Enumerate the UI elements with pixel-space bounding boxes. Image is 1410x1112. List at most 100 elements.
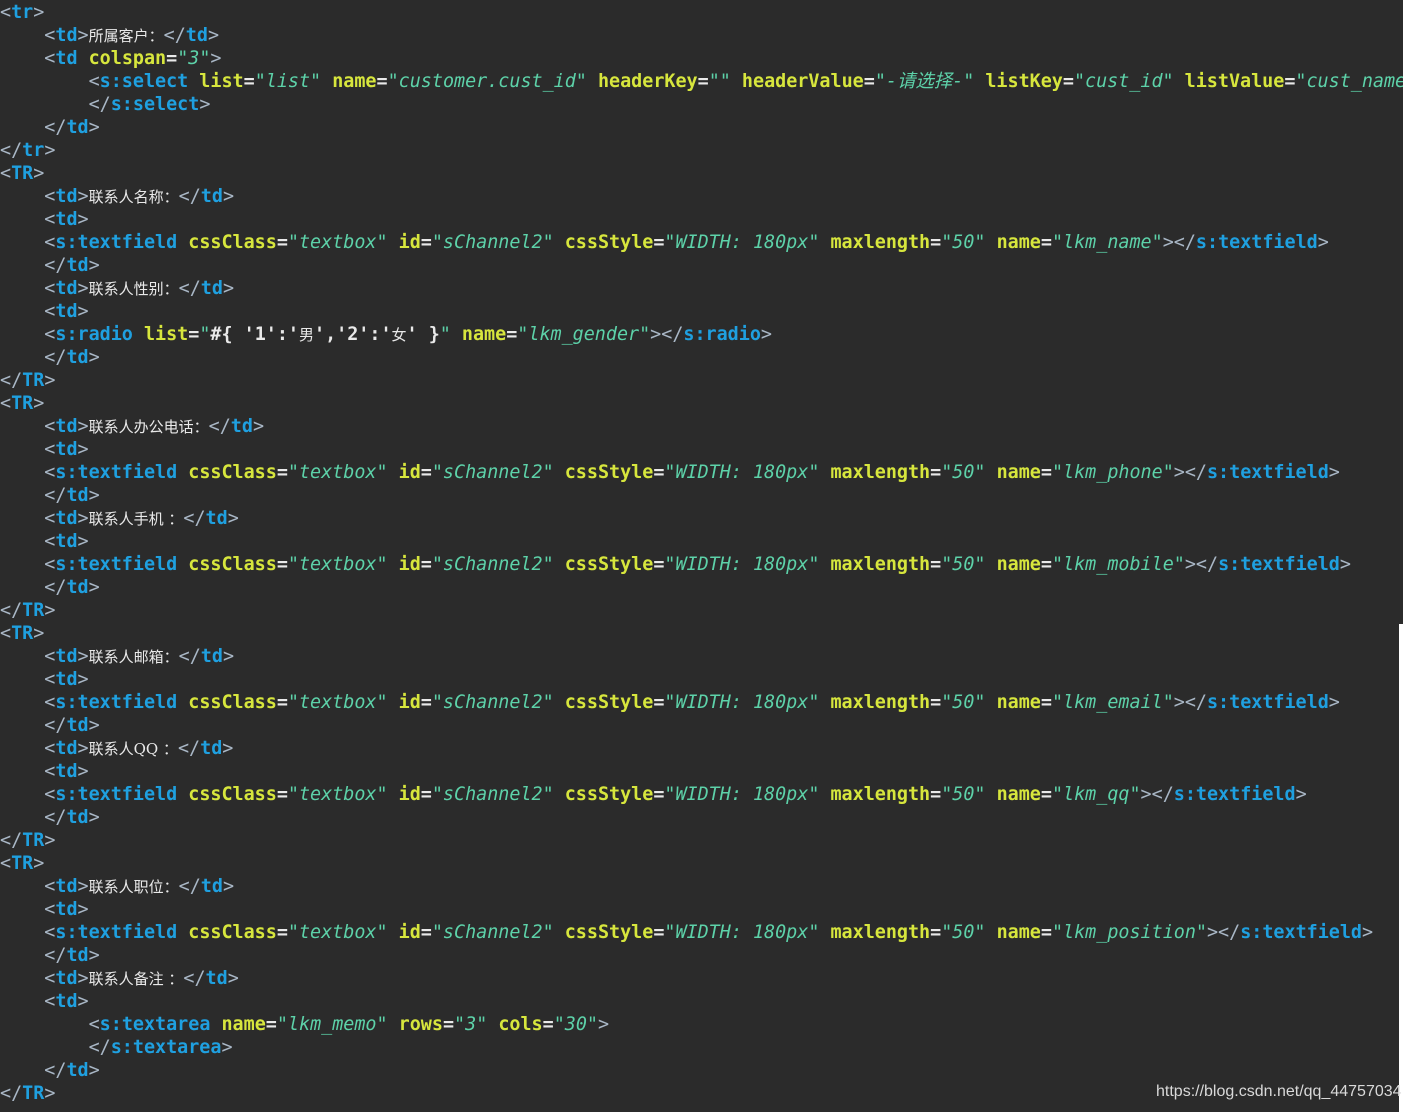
- token-bracket: >: [1328, 692, 1340, 713]
- token-attr-value: ": [439, 324, 451, 345]
- code-line[interactable]: </td>: [0, 806, 1403, 829]
- code-line[interactable]: <TR>: [0, 622, 1403, 645]
- code-line[interactable]: </td>: [0, 944, 1403, 967]
- token-attr-value: "lkm_position": [1051, 922, 1207, 943]
- code-line[interactable]: <td>: [0, 438, 1403, 461]
- code-line[interactable]: <td>: [0, 530, 1403, 553]
- code-content[interactable]: <tr> <td>所属客户：</td> <td colspan="3"> <s:…: [0, 1, 1403, 1105]
- code-line[interactable]: <td>: [0, 990, 1403, 1013]
- code-line[interactable]: <s:textarea name="lkm_memo" rows="3" col…: [0, 1013, 1403, 1036]
- code-line[interactable]: <td>: [0, 208, 1403, 231]
- code-line[interactable]: <td>联系人名称：</td>: [0, 185, 1403, 208]
- token-attr-name: id: [387, 922, 421, 943]
- token-bracket: >: [33, 853, 45, 874]
- code-line[interactable]: </td>: [0, 254, 1403, 277]
- token-bracket: >: [77, 25, 89, 46]
- code-line[interactable]: <td>联系人QQ ：</td>: [0, 737, 1403, 760]
- code-line[interactable]: </td>: [0, 714, 1403, 737]
- code-line[interactable]: </td>: [0, 346, 1403, 369]
- token-attr-value: "textbox": [287, 922, 388, 943]
- code-line[interactable]: <TR>: [0, 392, 1403, 415]
- code-line[interactable]: </TR>: [0, 829, 1403, 852]
- token-bracket: <: [44, 416, 56, 437]
- token-tag-name: TR: [22, 1083, 45, 1104]
- token-attr-value: "WIDTH: 180px": [664, 554, 820, 575]
- token-tag-name: TR: [11, 853, 34, 874]
- token-bracket: <: [33, 876, 56, 897]
- token-operator: =: [243, 71, 255, 92]
- token-tag-name: tr: [22, 140, 45, 161]
- token-operator: =: [930, 692, 942, 713]
- token-bracket: ></: [1184, 554, 1219, 575]
- token-operator: =: [276, 784, 288, 805]
- token-text: 联系人性别：: [88, 280, 179, 298]
- code-line[interactable]: <TR>: [0, 162, 1403, 185]
- token-operator: =: [1040, 922, 1052, 943]
- token-bracket: >: [77, 991, 89, 1012]
- code-line[interactable]: <td>所属客户：</td>: [0, 24, 1403, 47]
- code-line[interactable]: <s:textfield cssClass="textbox" id="sCha…: [0, 553, 1403, 576]
- code-line[interactable]: </TR>: [0, 369, 1403, 392]
- code-line[interactable]: <tr>: [0, 1, 1403, 24]
- code-line[interactable]: <s:radio list="#{ '1':'男','2':'女' }" nam…: [0, 323, 1403, 346]
- code-line[interactable]: </s:textarea>: [0, 1036, 1403, 1059]
- token-bracket: >: [77, 968, 89, 989]
- token-tag-name: s:textfield: [55, 922, 178, 943]
- code-line[interactable]: <td>: [0, 300, 1403, 323]
- code-line[interactable]: </td>: [0, 1059, 1403, 1082]
- code-line[interactable]: <s:textfield cssClass="textbox" id="sCha…: [0, 461, 1403, 484]
- code-line[interactable]: </td>: [0, 116, 1403, 139]
- token-bracket: >: [207, 25, 220, 46]
- token-tag-name: s:radio: [683, 324, 761, 345]
- code-line[interactable]: </td>: [0, 484, 1403, 507]
- token-bracket: >: [33, 163, 45, 184]
- token-bracket: >: [1295, 784, 1307, 805]
- code-line[interactable]: </TR>: [0, 599, 1403, 622]
- code-line[interactable]: <td>: [0, 668, 1403, 691]
- code-line[interactable]: <td>联系人办公电话：</td>: [0, 415, 1403, 438]
- code-line[interactable]: <td>联系人性别：</td>: [0, 277, 1403, 300]
- code-line[interactable]: </tr>: [0, 139, 1403, 162]
- code-line[interactable]: </td>: [0, 576, 1403, 599]
- code-line[interactable]: <s:textfield cssClass="textbox" id="sCha…: [0, 921, 1403, 944]
- code-line[interactable]: <td>联系人邮箱：</td>: [0, 645, 1403, 668]
- token-bracket: <: [44, 439, 56, 460]
- code-line[interactable]: <s:select list="list" name="customer.cus…: [0, 70, 1403, 93]
- token-bracket: >: [88, 485, 100, 506]
- token-tag-name: s:textfield: [1206, 462, 1329, 483]
- code-line[interactable]: </s:select>: [0, 93, 1403, 116]
- token-tag-name: s:select: [99, 71, 189, 92]
- code-line[interactable]: <s:textfield cssClass="textbox" id="sCha…: [0, 231, 1403, 254]
- token-attr-name: maxlength: [819, 784, 931, 805]
- token-attr-value: "WIDTH: 180px": [664, 784, 820, 805]
- code-line[interactable]: <td>联系人职位：</td>: [0, 875, 1403, 898]
- code-line[interactable]: <s:textfield cssClass="textbox" id="sCha…: [0, 783, 1403, 806]
- token-text: 联系人手机 ：: [88, 510, 184, 528]
- token-attr-name: rows: [387, 1014, 443, 1035]
- code-line[interactable]: <s:textfield cssClass="textbox" id="sCha…: [0, 691, 1403, 714]
- token-bracket: >: [77, 278, 89, 299]
- code-line[interactable]: <td>: [0, 898, 1403, 921]
- code-line[interactable]: <td colspan="3">: [0, 47, 1403, 70]
- token-bracket: >: [222, 186, 235, 207]
- token-attr-value: "sChannel2": [431, 784, 554, 805]
- code-editor[interactable]: <tr> <td>所属客户：</td> <td colspan="3"> <s:…: [0, 0, 1403, 1112]
- token-bracket: <: [0, 623, 12, 644]
- token-operator: =: [930, 922, 942, 943]
- code-line[interactable]: <td>: [0, 760, 1403, 783]
- token-bracket: </: [77, 1037, 111, 1058]
- token-operator: =: [376, 71, 388, 92]
- code-line[interactable]: <td>联系人备注 ：</td>: [0, 967, 1403, 990]
- token-tag-name: TR: [22, 830, 45, 851]
- code-line[interactable]: <td>联系人手机 ：</td>: [0, 507, 1403, 530]
- token-bracket: </: [178, 186, 201, 207]
- token-attr-name: name: [985, 554, 1041, 575]
- token-attr-name: cssClass: [177, 922, 277, 943]
- code-line[interactable]: <TR>: [0, 852, 1403, 875]
